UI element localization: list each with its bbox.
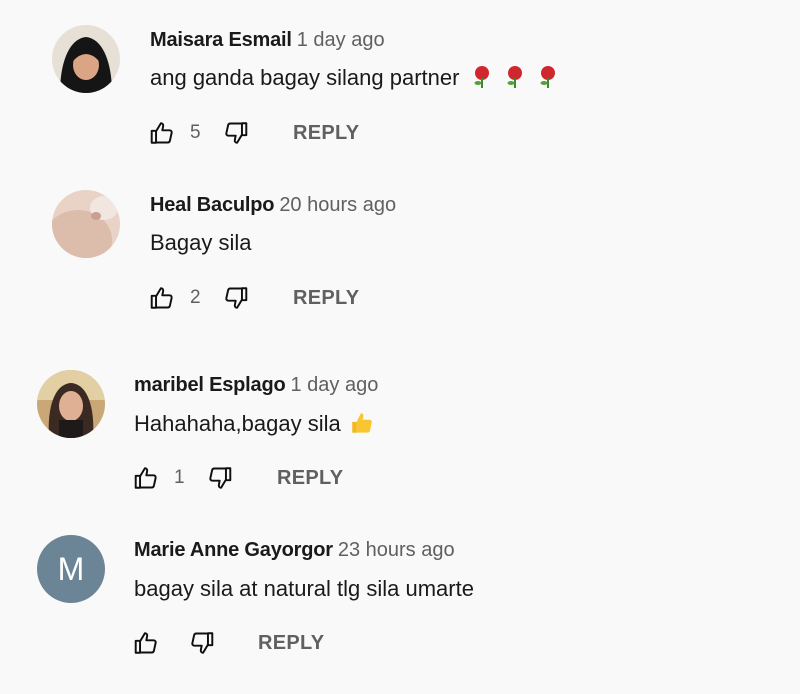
avatar[interactable] (52, 190, 120, 258)
avatar[interactable] (37, 370, 105, 438)
rose-emoji (472, 64, 564, 97)
comment-header: maribel Esplago 1 day ago (134, 373, 378, 397)
avatar[interactable] (52, 25, 120, 93)
like-button[interactable] (132, 629, 160, 657)
dislike-button[interactable] (222, 119, 250, 147)
author-name[interactable]: Heal Baculpo (150, 194, 275, 216)
reply-button[interactable]: REPLY (277, 467, 343, 490)
thumbs-up-icon (150, 287, 173, 309)
thumbs-down-icon (191, 632, 214, 654)
comment-timestamp[interactable]: 23 hours ago (338, 539, 455, 561)
reply-button[interactable]: REPLY (258, 632, 324, 655)
comment-text: Bagay sila (150, 229, 252, 257)
dislike-button[interactable] (222, 284, 250, 312)
comment-actions: 5 REPLY (148, 118, 359, 148)
comment-header: Marie Anne Gayorgor 23 hours ago (134, 538, 455, 562)
comment-header: Maisara Esmail 1 day ago (150, 28, 385, 52)
like-count: 2 (190, 287, 201, 308)
comment-header: Heal Baculpo 20 hours ago (150, 193, 396, 217)
thumbs-down-icon (225, 287, 248, 309)
comment-text: bagay sila at natural tlg sila umarte (134, 575, 474, 603)
comment-body: Hahahaha,bagay sila (134, 411, 341, 436)
like-button[interactable] (132, 464, 160, 492)
comment-actions: REPLY (132, 628, 324, 658)
thumbs-up-icon (150, 122, 173, 144)
thumbs-up-emoji (349, 410, 375, 443)
thumbs-down-icon (225, 122, 248, 144)
comment-body: ang ganda bagay silang partner (150, 65, 460, 90)
thumbs-up-icon (134, 467, 157, 489)
comment-text: ang ganda bagay silang partner (150, 64, 564, 97)
like-button[interactable] (148, 119, 176, 147)
author-name[interactable]: Maisara Esmail (150, 29, 292, 51)
like-button[interactable] (148, 284, 176, 312)
comment-body: bagay sila at natural tlg sila umarte (134, 576, 474, 601)
like-count: 5 (190, 122, 201, 143)
reply-button[interactable]: REPLY (293, 287, 359, 310)
dislike-button[interactable] (206, 464, 234, 492)
comment-actions: 1 REPLY (132, 463, 343, 493)
reply-button[interactable]: REPLY (293, 122, 359, 145)
author-name[interactable]: maribel Esplago (134, 374, 286, 396)
comment-timestamp[interactable]: 1 day ago (297, 29, 385, 51)
author-name[interactable]: Marie Anne Gayorgor (134, 539, 333, 561)
thumbs-up-icon (134, 632, 157, 654)
comment-body: Bagay sila (150, 230, 252, 255)
comment-text: Hahahaha,bagay sila (134, 410, 375, 443)
avatar[interactable]: M (37, 535, 105, 603)
like-count: 1 (174, 467, 185, 488)
thumbs-down-icon (209, 467, 232, 489)
dislike-button[interactable] (188, 629, 216, 657)
comment-timestamp[interactable]: 20 hours ago (279, 194, 396, 216)
comment-actions: 2 REPLY (148, 283, 359, 313)
comment-timestamp[interactable]: 1 day ago (291, 374, 379, 396)
